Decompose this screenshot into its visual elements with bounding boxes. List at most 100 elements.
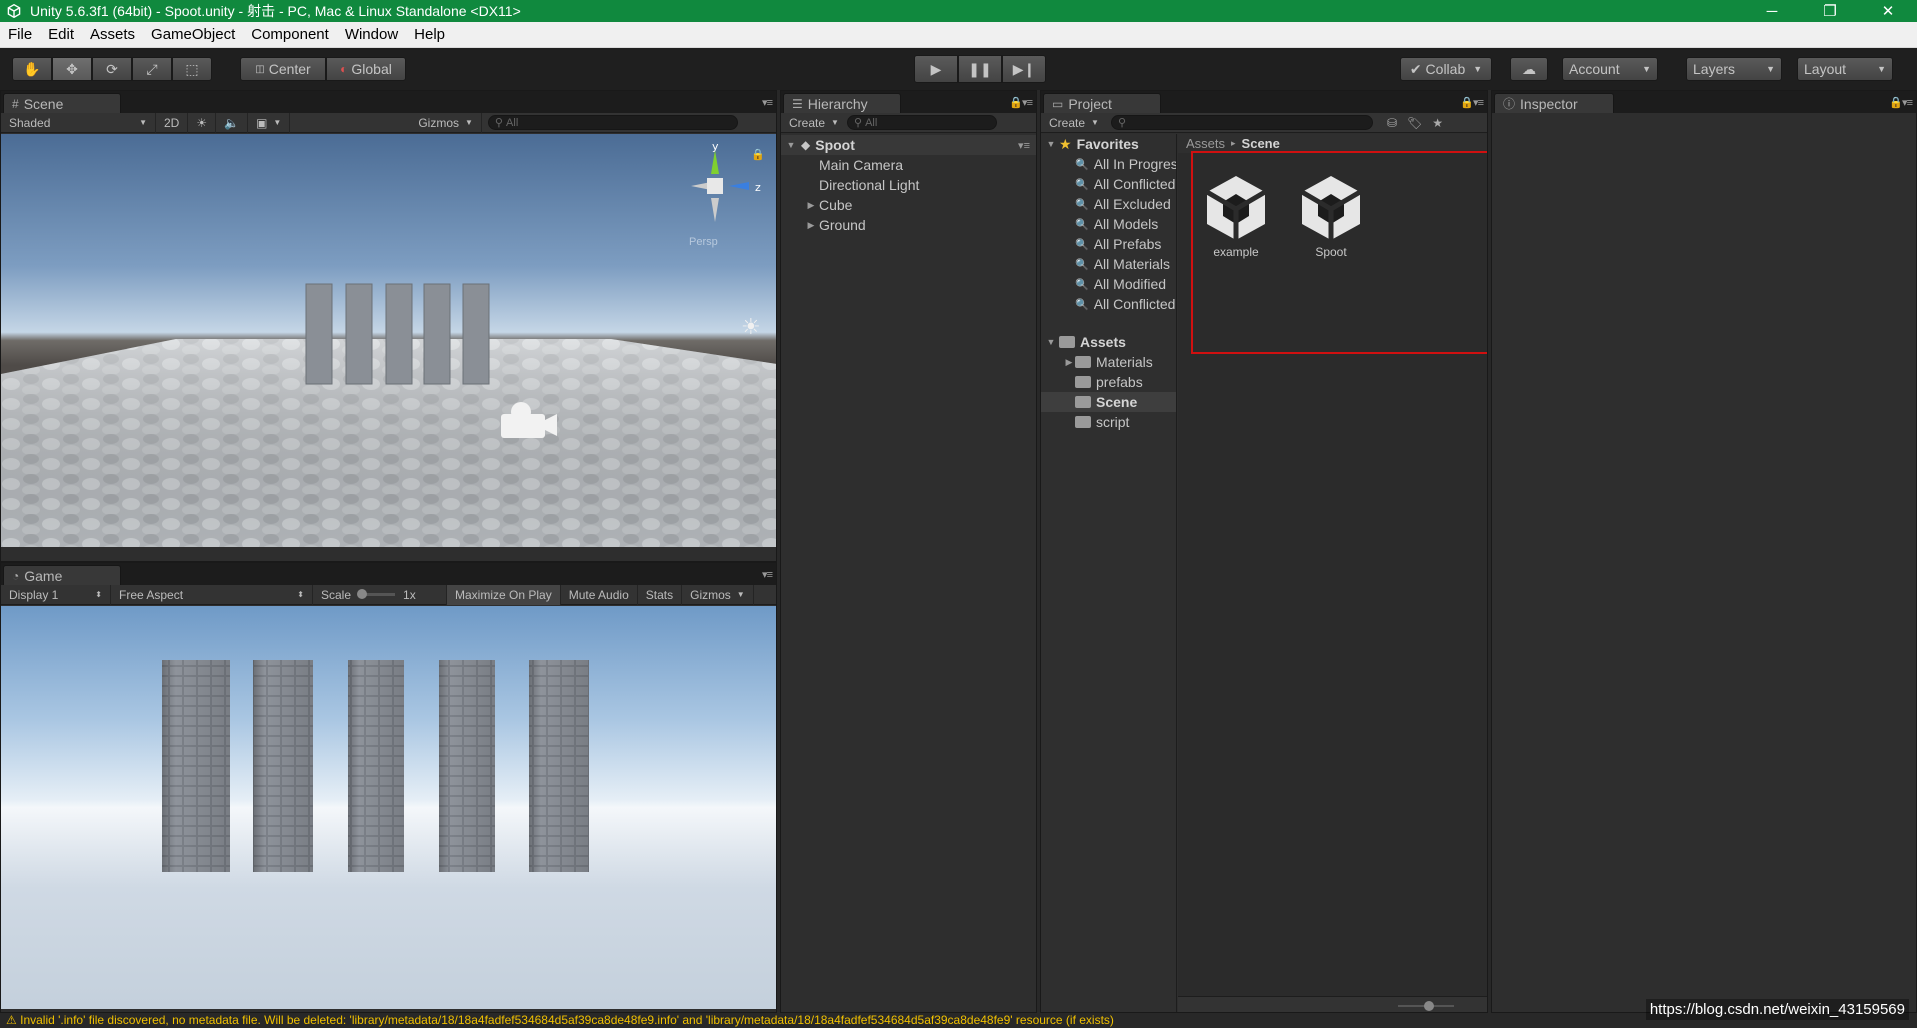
menu-window[interactable]: Window xyxy=(337,22,406,48)
hand-tool-button[interactable]: ✋ xyxy=(12,57,52,81)
shading-dropdown[interactable]: Shaded ▼ xyxy=(1,112,156,133)
close-button[interactable]: ✕ xyxy=(1859,0,1917,22)
expand-arrow-icon[interactable]: ▶ xyxy=(805,200,817,211)
breadcrumb-scene[interactable]: Scene xyxy=(1242,136,1280,151)
project-search-input[interactable]: ⚲ xyxy=(1110,115,1373,130)
play-button[interactable]: ▶ xyxy=(914,55,958,83)
game-viewport[interactable] xyxy=(1,606,776,1009)
tab-scene[interactable]: # Scene xyxy=(3,93,121,113)
maximize-on-play-toggle[interactable]: Maximize On Play xyxy=(447,584,561,605)
asset-item-spoot[interactable]: Spoot xyxy=(1288,172,1374,259)
expand-arrow-icon[interactable]: ▼ xyxy=(1045,139,1057,149)
mute-audio-toggle[interactable]: Mute Audio xyxy=(561,584,638,605)
folder-item-materials[interactable]: ▶ Materials xyxy=(1041,352,1176,372)
menu-component[interactable]: Component xyxy=(243,22,337,48)
favorite-item[interactable]: 🔍 All Models xyxy=(1041,214,1176,234)
audio-toggle[interactable]: 🔈 xyxy=(216,112,249,133)
favorites-header[interactable]: ▼ ★ Favorites xyxy=(1041,134,1176,154)
persp-label[interactable]: Persp xyxy=(689,236,718,248)
menu-gameobject[interactable]: GameObject xyxy=(143,22,243,48)
scene-root-row[interactable]: ▼ ◆ Spoot ▾≡ xyxy=(781,135,1036,155)
collab-dropdown[interactable]: ✔ Collab ▼ xyxy=(1400,57,1492,81)
panel-menu-icon[interactable]: 🔒▾≡ xyxy=(1009,96,1033,109)
folder-item-script[interactable]: script xyxy=(1041,412,1176,432)
favorite-item[interactable]: 🔍 All Excluded xyxy=(1041,194,1176,214)
scale-slider-track[interactable] xyxy=(357,589,396,599)
step-button[interactable]: ▶❙ xyxy=(1002,55,1046,83)
project-toolbar: Create ▼ ⚲ ⛁ 🏷 ★ xyxy=(1041,113,1487,133)
hierarchy-search-input[interactable]: ⚲ All xyxy=(846,115,997,130)
menu-assets[interactable]: Assets xyxy=(82,22,143,48)
panel-menu-icon[interactable]: 🔒▾≡ xyxy=(1460,96,1484,109)
scale-slider[interactable]: Scale 1x xyxy=(313,584,447,605)
game-gizmos-dropdown[interactable]: Gizmos ▼ xyxy=(682,584,754,605)
panel-menu-icon[interactable]: ▾≡ xyxy=(762,96,773,109)
favorite-item[interactable]: 🔍 All Materials xyxy=(1041,254,1176,274)
project-create-dropdown[interactable]: Create ▼ xyxy=(1041,113,1107,133)
scene-search-input[interactable]: ⚲ All xyxy=(487,115,738,130)
menu-file[interactable]: File xyxy=(0,22,40,48)
tab-inspector[interactable]: ⓘ Inspector xyxy=(1494,93,1614,113)
pause-button[interactable]: ❚❚ xyxy=(958,55,1002,83)
gizmos-dropdown[interactable]: Gizmos ▼ xyxy=(410,112,482,133)
assets-header[interactable]: ▼ Assets xyxy=(1041,332,1176,352)
transform-tools: ✋ ✥ ⟳ ⤢ ⬚ xyxy=(12,57,212,81)
console-status-bar[interactable]: ⚠ Invalid '.info' file discovered, no me… xyxy=(0,1013,1917,1028)
aspect-dropdown[interactable]: Free Aspect ⬍ xyxy=(111,584,313,605)
expand-arrow-icon[interactable]: ▼ xyxy=(1045,337,1057,347)
pivot-center-button[interactable]: ◫ Center xyxy=(240,57,326,81)
tab-project[interactable]: ▭ Project xyxy=(1043,93,1161,113)
folder-item-prefabs[interactable]: prefabs xyxy=(1041,372,1176,392)
menu-help[interactable]: Help xyxy=(406,22,453,48)
icon-size-slider-handle[interactable] xyxy=(1424,1001,1434,1011)
scene-viewport[interactable]: y z Persp 🔒 ☀ xyxy=(1,134,776,547)
2d-toggle[interactable]: 2D xyxy=(156,112,189,133)
restore-button[interactable]: ❐ xyxy=(1801,0,1859,22)
filter-label-icon[interactable]: 🏷 xyxy=(1407,116,1422,130)
hierarchy-item[interactable]: Directional Light xyxy=(781,175,1036,195)
effects-dropdown[interactable]: ▣ ▼ xyxy=(248,112,291,133)
tab-game[interactable]: ◔ Game xyxy=(3,565,121,585)
cloud-button[interactable]: ☁ xyxy=(1510,57,1548,81)
search-icon: ⚲ xyxy=(853,117,863,129)
rotate-tool-button[interactable]: ⟳ xyxy=(92,57,132,81)
favorite-item[interactable]: 🔍 All Conflicted xyxy=(1041,294,1176,314)
asset-item-example[interactable]: example xyxy=(1193,172,1279,259)
hierarchy-item[interactable]: ▶ Ground xyxy=(781,215,1036,235)
layers-dropdown[interactable]: Layers ▼ xyxy=(1686,57,1782,81)
scale-slider-handle[interactable] xyxy=(357,589,368,599)
hierarchy-item[interactable]: ▶ Cube xyxy=(781,195,1036,215)
favorite-item[interactable]: 🔍 All Prefabs xyxy=(1041,234,1176,254)
expand-arrow-icon[interactable]: ▶ xyxy=(805,220,817,231)
filter-type-icon[interactable]: ⛁ xyxy=(1387,116,1397,130)
lighting-toggle[interactable]: ☀ xyxy=(188,112,217,133)
rect-tool-button[interactable]: ⬚ xyxy=(172,57,212,81)
folder-icon xyxy=(1075,376,1091,388)
inspector-panel: ⓘ Inspector 🔒▾≡ xyxy=(1491,90,1917,1013)
hierarchy-item[interactable]: Main Camera xyxy=(781,155,1036,175)
hierarchy-create-dropdown[interactable]: Create ▼ xyxy=(781,113,847,133)
layout-dropdown[interactable]: Layout ▼ xyxy=(1797,57,1893,81)
favorite-item[interactable]: 🔍 All Modified xyxy=(1041,274,1176,294)
account-dropdown[interactable]: Account ▼ xyxy=(1562,57,1658,81)
display-dropdown[interactable]: Display 1 ⬍ xyxy=(1,584,111,605)
favorite-star-icon[interactable]: ★ xyxy=(1432,116,1443,130)
breadcrumb-assets[interactable]: Assets xyxy=(1186,136,1225,151)
light-gizmo-icon[interactable]: ☀ xyxy=(741,314,761,340)
expand-arrow-icon[interactable]: ▼ xyxy=(785,140,797,150)
panel-menu-icon[interactable]: ▾≡ xyxy=(762,568,773,581)
move-tool-button[interactable]: ✥ xyxy=(52,57,92,81)
menu-edit[interactable]: Edit xyxy=(40,22,82,48)
scale-tool-button[interactable]: ⤢ xyxy=(132,57,172,81)
minimize-button[interactable]: ─ xyxy=(1743,0,1801,22)
expand-arrow-icon[interactable]: ▶ xyxy=(1063,357,1075,368)
panel-menu-icon[interactable]: 🔒▾≡ xyxy=(1889,96,1913,109)
tab-hierarchy[interactable]: ☰ Hierarchy xyxy=(783,93,901,113)
lock-icon[interactable]: 🔒 xyxy=(751,148,765,161)
folder-item-scene[interactable]: Scene xyxy=(1041,392,1176,412)
stats-toggle[interactable]: Stats xyxy=(638,584,683,605)
pivot-global-button[interactable]: ◐ Global xyxy=(326,57,406,81)
favorite-item[interactable]: 🔍 All In Progress xyxy=(1041,154,1176,174)
favorite-item[interactable]: 🔍 All Conflicted xyxy=(1041,174,1176,194)
scene-menu-icon[interactable]: ▾≡ xyxy=(1018,139,1030,152)
